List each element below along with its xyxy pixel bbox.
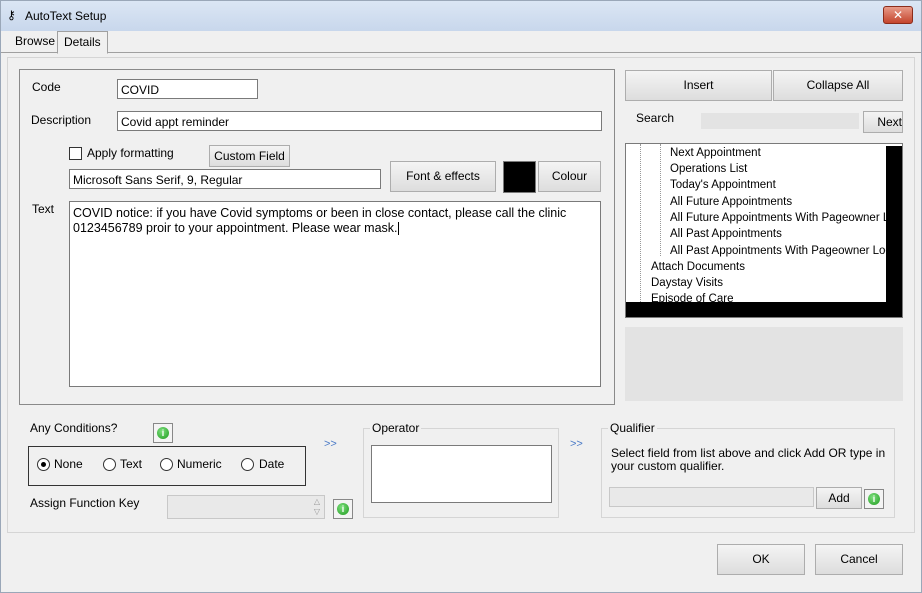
search-input[interactable] xyxy=(701,113,859,129)
tree-item[interactable]: Attach Documents xyxy=(651,261,745,273)
title-bar: ⚷ AutoText Setup ✕ xyxy=(1,1,921,31)
radio-date-label: Date xyxy=(259,457,285,471)
qualifier-input[interactable] xyxy=(609,487,814,507)
tab-browse[interactable]: Browse xyxy=(9,31,61,53)
chevron-right-icon: >> xyxy=(324,438,337,450)
cancel-button[interactable]: Cancel xyxy=(815,544,903,575)
operator-list[interactable] xyxy=(371,445,552,503)
conditions-info-icon[interactable]: i xyxy=(153,423,173,443)
code-input[interactable]: COVID xyxy=(117,79,258,99)
code-label: Code xyxy=(32,80,61,94)
tree-horizontal-scrollbar[interactable] xyxy=(626,302,902,317)
chevron-down-icon[interactable]: ▽ xyxy=(314,507,320,516)
ok-button[interactable]: OK xyxy=(717,544,805,575)
collapse-all-button[interactable]: Collapse All xyxy=(773,70,903,101)
tree-item[interactable]: All Future Appointments With Pageowner L… xyxy=(670,212,896,224)
radio-none-label: None xyxy=(54,457,83,471)
tab-browse-label: Browse xyxy=(15,34,56,48)
add-button[interactable]: Add xyxy=(816,487,862,509)
tree-item[interactable]: All Future Appointments xyxy=(670,196,792,208)
custom-field-button[interactable]: Custom Field xyxy=(209,145,290,167)
qualifier-info-icon[interactable]: i xyxy=(864,489,884,509)
description-input[interactable]: Covid appt reminder xyxy=(117,111,602,131)
assign-function-key-label: Assign Function Key xyxy=(30,496,140,510)
text-line-2: 0123456789 proir to your appointment. Pl… xyxy=(73,221,398,235)
radio-text-label: Text xyxy=(120,457,143,471)
close-button[interactable]: ✕ xyxy=(883,6,913,24)
tree-item[interactable]: All Past Appointments xyxy=(670,228,782,240)
tree-item[interactable]: Daystay Visits xyxy=(651,277,723,289)
info-icon: i xyxy=(337,503,349,515)
autotext-body-textarea[interactable]: COVID notice: if you have Covid symptoms… xyxy=(69,201,601,387)
function-key-info-icon[interactable]: i xyxy=(333,499,353,519)
tree-item[interactable]: Next Appointment xyxy=(670,147,761,159)
apply-formatting-label: Apply formatting xyxy=(87,146,174,160)
window-title: AutoText Setup xyxy=(25,9,107,23)
font-effects-button[interactable]: Font & effects xyxy=(390,161,496,192)
text-caret xyxy=(397,222,399,236)
tree-vertical-scrollbar[interactable] xyxy=(886,146,902,302)
tree-connector xyxy=(660,144,661,256)
text-label: Text xyxy=(32,202,55,216)
tree-item[interactable]: Operations List xyxy=(670,163,747,175)
radio-numeric-label: Numeric xyxy=(177,457,222,471)
field-tree[interactable]: Next Appointment Operations List Today's… xyxy=(625,143,903,318)
tab-bar: Browse Details xyxy=(1,31,921,54)
tree-connector xyxy=(640,144,641,304)
qualifier-hint-line-1: Select field from list above and click A… xyxy=(611,446,886,460)
colour-swatch[interactable] xyxy=(503,161,536,193)
description-label: Description xyxy=(31,113,92,127)
radio-numeric[interactable] xyxy=(160,458,173,471)
tree-item[interactable]: All Past Appointments With Pageowner Loc… xyxy=(670,245,898,257)
operator-label: Operator xyxy=(370,421,422,435)
field-preview-area xyxy=(625,327,903,401)
info-icon: i xyxy=(157,427,169,439)
qualifier-hint-line-2: your custom qualifier. xyxy=(611,459,725,473)
autotext-setup-window: ⚷ AutoText Setup ✕ Browse Details Code C… xyxy=(0,0,922,593)
radio-none[interactable] xyxy=(37,458,50,471)
font-input[interactable]: Microsoft Sans Serif, 9, Regular xyxy=(69,169,381,189)
key-icon: ⚷ xyxy=(7,8,16,22)
text-line-1: COVID notice: if you have Covid symptoms… xyxy=(73,206,567,220)
colour-button[interactable]: Colour xyxy=(538,161,601,192)
apply-formatting-checkbox[interactable] xyxy=(69,147,82,160)
insert-button[interactable]: Insert xyxy=(625,70,772,101)
next-button[interactable]: Next xyxy=(863,111,903,133)
search-label: Search xyxy=(636,111,675,125)
chevron-right-icon: >> xyxy=(570,438,583,450)
tab-details-label: Details xyxy=(64,35,101,49)
qualifier-label: Qualifier xyxy=(608,421,657,435)
tree-item[interactable]: Today's Appointment xyxy=(670,179,776,191)
text-line-2-wrap: 0123456789 proir to your appointment. Pl… xyxy=(73,221,597,236)
chevron-up-icon[interactable]: △ xyxy=(314,497,320,506)
radio-date[interactable] xyxy=(241,458,254,471)
any-conditions-label: Any Conditions? xyxy=(30,421,118,435)
function-key-stepper[interactable]: △ ▽ xyxy=(167,495,325,519)
info-icon: i xyxy=(868,493,880,505)
radio-text[interactable] xyxy=(103,458,116,471)
tab-details[interactable]: Details xyxy=(57,31,108,54)
